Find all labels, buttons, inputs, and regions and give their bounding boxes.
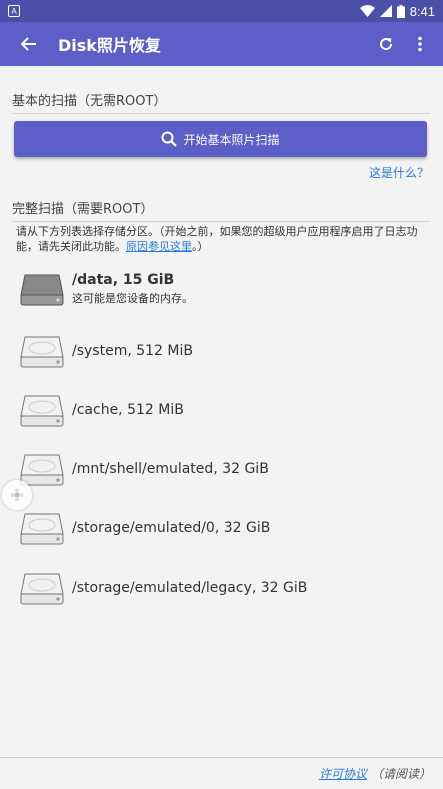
partition-sublabel: 这可能是您设备的内存。 <box>72 292 193 305</box>
app-bar: Disk照片恢复 <box>0 22 443 66</box>
what-is-this-link[interactable]: 这是什么？ <box>369 164 429 181</box>
reason-link[interactable]: 原因参见这里 <box>126 240 192 253</box>
partition-label: /storage/emulated/0, 32 GiB <box>72 520 271 536</box>
partition-item-data[interactable]: /data, 15 GiB 这可能是您设备的内存。 <box>20 269 420 309</box>
partition-label: /system, 512 MiB <box>72 343 193 359</box>
license-link[interactable]: 许可协议 <box>319 765 367 782</box>
basic-scan-header: 基本的扫描（无需ROOT） <box>12 90 430 114</box>
status-bar: A 8:41 <box>0 0 443 22</box>
footer-bar: 许可协议 （请阅读） <box>0 757 443 789</box>
hard-drive-icon <box>20 513 64 545</box>
battery-icon <box>396 4 405 18</box>
note-end: 。） <box>192 240 209 253</box>
more-vert-icon <box>418 36 422 52</box>
flower-icon <box>10 488 24 502</box>
full-scan-note: 请从下方列表选择存储分区。（开始之前，如果您的超级用户应用程序启用了日志功能，请… <box>16 224 428 254</box>
hard-drive-icon <box>20 454 64 486</box>
floating-assistive-button[interactable] <box>2 480 32 510</box>
partition-label: /storage/emulated/legacy, 32 GiB <box>72 580 308 596</box>
full-scan-header: 完整扫描（需要ROOT） <box>12 198 430 222</box>
refresh-button[interactable] <box>369 22 403 66</box>
partition-label: /data, 15 GiB <box>72 272 175 288</box>
read-hint: （请阅读） <box>370 767 431 781</box>
more-options-button[interactable] <box>403 22 437 66</box>
search-icon <box>161 131 178 147</box>
start-basic-scan-button[interactable]: 开始基本照片扫描 <box>14 121 427 157</box>
back-arrow-icon <box>21 37 36 51</box>
partition-label: /mnt/shell/emulated, 32 GiB <box>72 461 269 477</box>
hard-drive-icon <box>20 573 64 605</box>
start-basic-scan-label: 开始基本照片扫描 <box>183 132 280 147</box>
signal-icon <box>379 5 392 17</box>
status-time: 8:41 <box>409 3 435 19</box>
partition-item-cache[interactable]: /cache, 512 MiB <box>20 390 420 430</box>
partition-label: /cache, 512 MiB <box>72 402 184 418</box>
wifi-icon <box>359 5 375 17</box>
main-content: 基本的扫描（无需ROOT） 开始基本照片扫描 这是什么？ 完整扫描（需要ROOT… <box>0 66 443 756</box>
partition-item-mnt-shell-emulated[interactable]: /mnt/shell/emulated, 32 GiB <box>20 449 420 489</box>
partition-item-storage-emulated-0[interactable]: /storage/emulated/0, 32 GiB <box>20 508 420 548</box>
partition-item-storage-emulated-legacy[interactable]: /storage/emulated/legacy, 32 GiB <box>20 568 420 608</box>
refresh-icon <box>380 38 393 51</box>
hard-drive-icon <box>20 395 64 427</box>
app-title: Disk照片恢复 <box>58 36 161 55</box>
notification-icon: A <box>8 5 20 17</box>
hard-drive-icon <box>20 336 64 368</box>
partition-item-system[interactable]: /system, 512 MiB <box>20 331 420 371</box>
back-button[interactable] <box>0 22 58 66</box>
hard-drive-icon <box>20 274 64 306</box>
note-text: 请从下方列表选择存储分区。（开始之前，如果您的超级用户应用程序启用了日志功能，请… <box>16 225 418 253</box>
